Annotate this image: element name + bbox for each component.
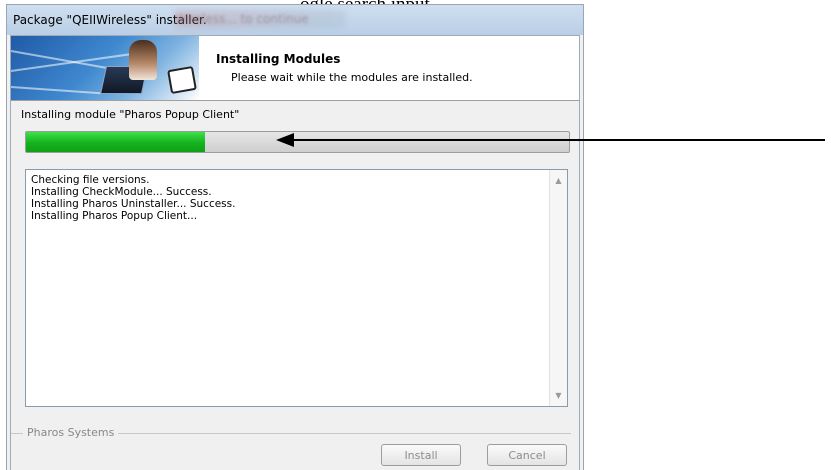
- banner-image: [11, 36, 199, 100]
- log-line: Installing CheckModule... Success.: [31, 186, 212, 198]
- group-label: Pharos Systems: [23, 426, 119, 439]
- header-panel: Installing Modules Please wait while the…: [11, 36, 579, 101]
- cancel-button[interactable]: Cancel: [487, 444, 567, 466]
- status-label: Installing module "Pharos Popup Client": [21, 108, 240, 121]
- annotation-arrow-icon: [276, 133, 825, 147]
- install-button[interactable]: Install: [381, 444, 461, 466]
- header-title: Installing Modules: [216, 52, 341, 66]
- log-lines: Checking file versions. Installing CheckM…: [31, 174, 545, 222]
- log-line: Installing Pharos Popup Client...: [31, 210, 198, 222]
- scroll-up-arrow-icon[interactable]: ▲: [550, 172, 567, 189]
- person-icon: [129, 40, 157, 80]
- log-textbox[interactable]: Checking file versions. Installing CheckM…: [25, 169, 568, 407]
- title-bar[interactable]: Package "QEIIWireless" installer. Wirele…: [7, 5, 583, 35]
- obscured-title-text: Wireless... to continue: [175, 12, 309, 26]
- package-icon: [167, 65, 197, 95]
- dialog-client-area: Installing Modules Please wait while the…: [10, 35, 580, 470]
- scroll-down-arrow-icon[interactable]: ▼: [550, 387, 567, 404]
- log-scrollbar[interactable]: ▲ ▼: [549, 170, 567, 406]
- progress-fill: [26, 132, 206, 152]
- log-line: Installing Pharos Uninstaller... Success…: [31, 198, 236, 210]
- log-line: Checking file versions.: [31, 174, 150, 186]
- installer-window: Package "QEIIWireless" installer. Wirele…: [6, 4, 584, 470]
- header-subtitle: Please wait while the modules are instal…: [231, 71, 473, 84]
